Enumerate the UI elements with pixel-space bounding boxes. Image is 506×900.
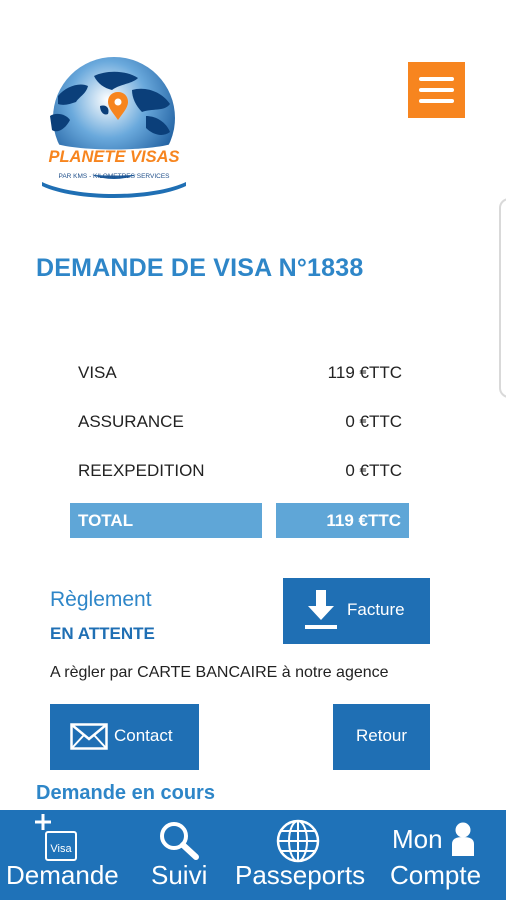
fee-amount: 0 €TTC xyxy=(345,461,402,480)
fee-amount: 119 €TTC xyxy=(327,363,402,382)
retour-button[interactable]: Retour xyxy=(333,704,430,770)
nav-item-demande[interactable]: Visa Demande xyxy=(0,810,122,900)
contact-label: Contact xyxy=(114,726,173,745)
envelope-icon xyxy=(70,723,108,750)
nav-label-suivi: Suivi xyxy=(151,860,208,890)
side-drawer-handle[interactable] xyxy=(499,198,506,398)
nav-label-passeports: Passeports xyxy=(235,860,366,890)
download-icon xyxy=(305,590,337,629)
user-icon xyxy=(452,822,474,856)
search-icon xyxy=(160,822,199,860)
total-label: TOTAL xyxy=(70,503,262,538)
payment-label: Règlement xyxy=(50,588,152,611)
page-title: DEMANDE DE VISA N°1838 xyxy=(36,254,364,282)
payment-instructions: A règler par CARTE BANCAIRE à notre agen… xyxy=(50,664,389,681)
logo-brand: PLANETE VISAS xyxy=(48,148,179,166)
facture-label: Facture xyxy=(347,600,405,619)
logo-tagline: PAR KMS - KILOMETRES SERVICES xyxy=(58,173,170,180)
contact-button[interactable]: Contact xyxy=(50,704,199,770)
globe-icon xyxy=(276,819,320,863)
visa-icon-text: Visa xyxy=(50,843,72,855)
nav-label-demande: Demande xyxy=(6,860,119,890)
nav-label-compte: Compte xyxy=(390,860,482,890)
fee-label: REEXPEDITION xyxy=(78,461,205,480)
total-amount: 119 €TTC xyxy=(276,503,409,538)
nav-item-compte[interactable]: Mon Compte xyxy=(382,810,502,900)
fee-amount: 0 €TTC xyxy=(345,412,402,431)
section-heading: Demande en cours xyxy=(36,782,215,804)
fee-label: VISA xyxy=(78,363,117,382)
payment-status: EN ATTENTE xyxy=(50,624,155,643)
bottom-nav: Visa Demande Suivi Passeports Mon Compte xyxy=(0,810,506,900)
facture-button[interactable]: Facture xyxy=(283,578,430,644)
nav-label-mon: Mon xyxy=(392,824,443,854)
nav-item-passeports[interactable]: Passeports xyxy=(230,810,366,900)
visa-add-icon: Visa xyxy=(35,814,77,861)
fee-label: ASSURANCE xyxy=(78,412,184,431)
planete-visas-logo: PLANETE VISAS PAR KMS - KILOMETRES SERVI… xyxy=(42,57,186,198)
menu-button[interactable] xyxy=(408,62,465,118)
nav-item-suivi[interactable]: Suivi xyxy=(140,810,220,900)
